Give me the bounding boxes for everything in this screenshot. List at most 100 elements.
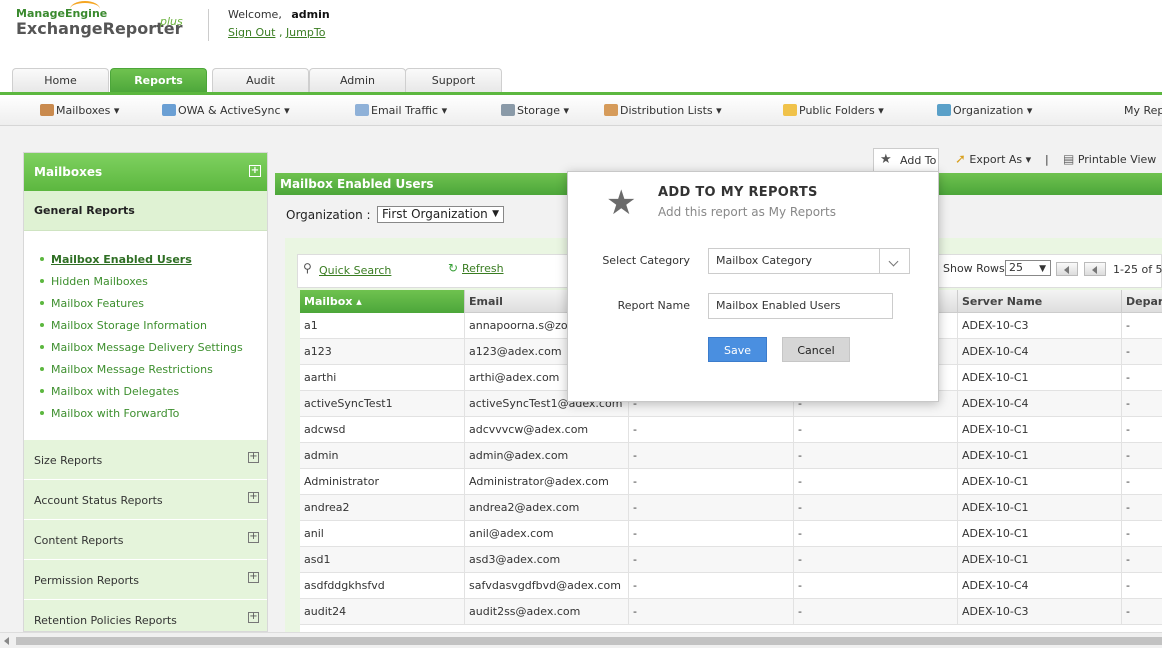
mailbox-icon	[40, 104, 54, 116]
table-row[interactable]: anil anil@adex.com - - ADEX-10-C1-	[300, 521, 1162, 547]
printer-icon: ▤	[1063, 152, 1075, 166]
chevron-down-icon	[879, 249, 909, 273]
sidebar-item-mailbox-enabled-users[interactable]: Mailbox Enabled Users	[40, 253, 192, 266]
cell-email: asd3@adex.com	[465, 547, 629, 573]
folder-icon	[783, 104, 797, 116]
dialog-title: ADD TO MY REPORTS	[658, 185, 818, 200]
show-rows-select[interactable]: 25 ▼	[1005, 260, 1051, 276]
organization-label: Organization :	[286, 208, 371, 222]
refresh-link[interactable]: Refresh	[462, 262, 504, 275]
username: admin	[291, 8, 330, 21]
cell-department: -	[1122, 521, 1162, 547]
table-row[interactable]: andrea2 andrea2@adex.com - - ADEX-10-C1-	[300, 495, 1162, 521]
menu-email-traffic[interactable]: Email Traffic ▾	[355, 104, 447, 117]
prev-page-button[interactable]	[1084, 262, 1106, 276]
scroll-left-icon[interactable]	[4, 637, 9, 645]
menu-storage[interactable]: Storage ▾	[501, 104, 569, 117]
cell-col3: -	[629, 599, 794, 625]
add-to-my-reports-dialog: ★ ADD TO MY REPORTS Add this report as M…	[567, 171, 939, 402]
cell-department: -	[1122, 443, 1162, 469]
sidebar-title: Mailboxes	[34, 165, 103, 179]
horizontal-scrollbar[interactable]	[0, 632, 1162, 648]
column-header-mailbox[interactable]: Mailbox ▴	[300, 290, 465, 313]
table-row[interactable]: admin admin@adex.com - - ADEX-10-C1-	[300, 443, 1162, 469]
expand-icon[interactable]: +	[248, 452, 259, 463]
tab-home[interactable]: Home	[12, 68, 109, 93]
star-icon: ★	[880, 152, 892, 167]
column-header-server-name[interactable]: Server Name	[958, 290, 1122, 313]
sidebar-item-mailbox-features[interactable]: Mailbox Features	[40, 297, 144, 310]
header-divider	[208, 9, 209, 41]
cell-department: -	[1122, 391, 1162, 417]
sidebar-item-message-restrictions[interactable]: Mailbox Message Restrictions	[40, 363, 213, 376]
menu-organization[interactable]: Organization ▾	[937, 104, 1032, 117]
cell-col3: -	[629, 443, 794, 469]
cell-email: admin@adex.com	[465, 443, 629, 469]
table-row[interactable]: Administrator Administrator@adex.com - - ADE…	[300, 469, 1162, 495]
chevron-down-icon: ▼	[492, 209, 499, 219]
table-row[interactable]: asdfddgkhsfvd safvdasvgdfbvd@adex.com - - AD…	[300, 573, 1162, 599]
menu-owa-activesync[interactable]: OWA & ActiveSync ▾	[162, 104, 290, 117]
sidebar-section-account-status[interactable]: Account Status Reports +	[24, 479, 267, 519]
expand-icon[interactable]: +	[248, 612, 259, 623]
column-header-department[interactable]: Depart	[1122, 290, 1162, 313]
save-button[interactable]: Save	[708, 337, 767, 362]
sidebar-item-delegates[interactable]: Mailbox with Delegates	[40, 385, 179, 398]
cell-col4: -	[794, 521, 958, 547]
cell-server-name: ADEX-10-C4	[958, 339, 1122, 365]
add-to-button[interactable]: ★ Add To	[873, 148, 939, 172]
cancel-button[interactable]: Cancel	[782, 337, 850, 362]
tab-admin[interactable]: Admin	[309, 68, 406, 93]
sidebar-section-content[interactable]: Content Reports +	[24, 519, 267, 559]
owa-icon	[162, 104, 176, 116]
cell-col4: -	[794, 599, 958, 625]
expand-icon[interactable]: +	[248, 532, 259, 543]
link-separator: ,	[278, 26, 283, 39]
export-icon: ➚	[955, 152, 966, 167]
menu-distribution-lists[interactable]: Distribution Lists ▾	[604, 104, 722, 117]
report-name-input[interactable]: Mailbox Enabled Users	[708, 293, 893, 319]
printable-view-button[interactable]: ▤ Printable View	[1063, 152, 1156, 166]
table-row[interactable]: adcwsd adcvvvcw@adex.com - - ADEX-10-C1-	[300, 417, 1162, 443]
cell-mailbox: activeSyncTest1	[300, 391, 465, 417]
export-as-button[interactable]: ➚ Export As ▾	[955, 152, 1031, 167]
sidebar-item-delivery-settings[interactable]: Mailbox Message Delivery Settings	[40, 341, 243, 354]
quick-search-link[interactable]: Quick Search	[319, 264, 391, 277]
expand-icon[interactable]: +	[248, 492, 259, 503]
expand-icon[interactable]: +	[248, 572, 259, 583]
category-select[interactable]: Mailbox Category	[708, 248, 910, 274]
jump-to-link[interactable]: JumpTo	[286, 26, 326, 39]
cell-server-name: ADEX-10-C3	[958, 313, 1122, 339]
organization-icon	[937, 104, 951, 116]
cell-email: anil@adex.com	[465, 521, 629, 547]
cell-mailbox: audit24	[300, 599, 465, 625]
first-page-button[interactable]	[1056, 262, 1078, 276]
table-row[interactable]: audit24 audit2ss@adex.com - - ADEX-10-C3-	[300, 599, 1162, 625]
cell-department: -	[1122, 495, 1162, 521]
menu-mailboxes[interactable]: Mailboxes ▾	[40, 104, 119, 117]
sidebar-section-permission[interactable]: Permission Reports +	[24, 559, 267, 599]
tab-support[interactable]: Support	[405, 68, 502, 93]
cell-server-name: ADEX-10-C4	[958, 573, 1122, 599]
sidebar-section-general[interactable]: General Reports	[24, 191, 267, 231]
sidebar-section-size[interactable]: Size Reports +	[24, 439, 267, 479]
expand-all-icon[interactable]: +	[249, 165, 261, 177]
sign-out-link[interactable]: Sign Out	[228, 26, 275, 39]
sidebar-item-hidden-mailboxes[interactable]: Hidden Mailboxes	[40, 275, 148, 288]
sidebar-item-forwardto[interactable]: Mailbox with ForwardTo	[40, 407, 179, 420]
cell-col4: -	[794, 469, 958, 495]
select-category-label: Select Category	[602, 254, 690, 267]
organization-select[interactable]: First Organization ▼	[377, 206, 504, 223]
tab-audit[interactable]: Audit	[212, 68, 309, 93]
menu-public-folders[interactable]: Public Folders ▾	[783, 104, 884, 117]
cell-col3: -	[629, 521, 794, 547]
cell-col3: -	[629, 469, 794, 495]
scrollbar-thumb[interactable]	[16, 637, 1162, 645]
menu-my-reports[interactable]: My Repo	[1124, 104, 1162, 117]
table-row[interactable]: asd1 asd3@adex.com - - ADEX-10-C1-	[300, 547, 1162, 573]
tab-reports[interactable]: Reports	[110, 68, 207, 93]
cell-department: -	[1122, 547, 1162, 573]
sidebar-section-retention[interactable]: Retention Policies Reports +	[24, 599, 267, 631]
action-separator: |	[1045, 153, 1049, 166]
sidebar-item-mailbox-storage[interactable]: Mailbox Storage Information	[40, 319, 207, 332]
